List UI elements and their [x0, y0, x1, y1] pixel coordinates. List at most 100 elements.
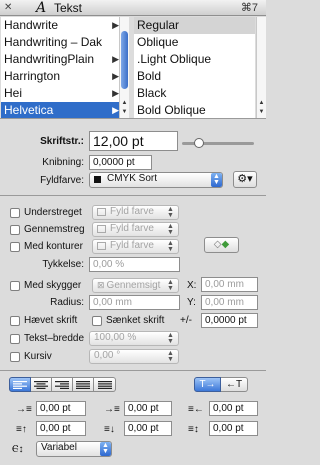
space-after-field[interactable]: 0,00 pt [124, 421, 172, 436]
font-item-harrington[interactable]: Harrington ▶ [1, 68, 119, 85]
strikethrough-label: Gennemstreg [24, 224, 85, 235]
shadow-mode-popup[interactable]: ⊠ Gennemsigt ▲ ▼ [92, 278, 179, 293]
color-swatch [94, 175, 101, 183]
font-size-slider[interactable] [182, 142, 254, 145]
divider [0, 195, 266, 196]
style-item-regular[interactable]: Regular [134, 17, 255, 34]
outline-checkbox[interactable] [10, 242, 20, 252]
indent-first-field[interactable]: 0,00 pt [124, 401, 172, 416]
text-width-label: Tekst–bredde [24, 333, 85, 344]
space-after-icon: ≡↓ [104, 424, 115, 435]
popup-arrows-icon: ▲ ▼ [167, 240, 174, 253]
scroll-up-icon[interactable]: ▲ [120, 99, 129, 108]
outline-style-button[interactable]: ◇◆ [204, 237, 239, 253]
italic-angle-popup[interactable]: 0,00 ° ▲ ▼ [89, 349, 179, 364]
style-list-scrollbar[interactable]: ▲ ▼ [256, 17, 266, 118]
underline-label: Understreget [24, 207, 82, 218]
outline-diamond-icon: ◇ [213, 239, 222, 250]
font-item-handwrite[interactable]: Handwrite ▶ [1, 17, 119, 34]
underline-checkbox[interactable] [10, 208, 20, 218]
strikethrough-checkbox[interactable] [10, 225, 20, 235]
submenu-arrow-icon: ▶ [112, 71, 119, 81]
space-before-field[interactable]: 0,00 pt [36, 421, 86, 436]
window-shortcut: ⌘7 [240, 2, 258, 14]
align-justify-icon [76, 381, 90, 389]
style-item-bold[interactable]: Bold [134, 68, 255, 85]
subscript-checkbox[interactable] [92, 316, 102, 326]
scroll-thumb[interactable] [121, 31, 128, 89]
align-justify-button[interactable] [73, 377, 94, 392]
submenu-arrow-icon: ▶ [112, 20, 119, 30]
title-bar: ✕ A Tekst ⌘7 [0, 0, 266, 16]
fill-color-label: Fyldfarve: [40, 175, 84, 186]
shadow-label: Med skygger [24, 280, 82, 291]
style-item-light-oblique[interactable]: .Light Oblique [134, 51, 255, 68]
text-palette-icon: A [36, 0, 47, 16]
popup-arrows-icon: ▲ ▼ [100, 442, 111, 456]
align-right-button[interactable] [52, 377, 73, 392]
superscript-checkbox[interactable] [10, 316, 20, 326]
scroll-up-icon[interactable]: ▲ [257, 99, 266, 108]
thickness-field[interactable]: 0,00 % [89, 257, 180, 272]
popup-arrows-icon: ▲ ▼ [167, 350, 174, 363]
shadow-y-label: Y: [187, 297, 196, 308]
popup-arrows-icon: ▲ ▼ [167, 206, 174, 219]
fill-diamond-icon: ◆ [221, 239, 230, 250]
line-spacing-icon: ≡↕ [188, 424, 199, 435]
font-style-list[interactable]: Regular Oblique .Light Oblique Bold Blac… [134, 17, 255, 118]
radius-field[interactable]: 0,00 mm [89, 295, 180, 310]
shadow-checkbox[interactable] [10, 281, 20, 291]
align-left-icon [13, 381, 27, 389]
thickness-label: Tykkelse: [42, 259, 84, 270]
underline-color-popup[interactable]: Fyld farve ▲ ▼ [92, 205, 179, 220]
font-family-list[interactable]: Handwrite ▶ Handwriting – Dak Handwriting… [1, 17, 129, 119]
left-to-right-button[interactable]: T→ [194, 377, 221, 392]
subscript-label: Sænket skrift [106, 315, 165, 326]
close-icon[interactable]: ✕ [4, 3, 14, 13]
outline-label: Med konturer [24, 241, 83, 252]
scroll-down-icon[interactable]: ▼ [120, 108, 129, 117]
font-size-field[interactable]: 12,00 pt [89, 131, 178, 151]
alignment-group [9, 377, 116, 392]
align-left-button[interactable] [9, 377, 31, 392]
fill-color-popup[interactable]: CMYK Sort ▲ ▼ [89, 172, 223, 188]
strikethrough-color-popup[interactable]: Fyld farve ▲ ▼ [92, 222, 179, 237]
text-width-popup[interactable]: 100,00 % ▲ ▼ [89, 331, 179, 346]
indent-left-icon: →≡ [16, 404, 32, 415]
align-center-button[interactable] [31, 377, 52, 392]
scroll-down-icon[interactable]: ▼ [257, 108, 266, 117]
size-label: Skriftstr.: [40, 136, 84, 147]
shadow-x-label: X: [187, 280, 197, 291]
align-justify-all-icon [97, 381, 112, 389]
style-item-black[interactable]: Black [134, 85, 255, 102]
popup-arrows-icon: ▲ ▼ [167, 332, 174, 345]
font-item-handwritingplain[interactable]: HandwritingPlain ▶ [1, 51, 119, 68]
line-spacing-field[interactable]: 0,00 pt [209, 421, 258, 436]
font-list-scrollbar[interactable]: ▲ ▼ [119, 17, 129, 118]
style-item-oblique[interactable]: Oblique [134, 34, 255, 51]
indent-right-field[interactable]: 0,00 pt [209, 401, 258, 416]
gear-menu-button[interactable]: ⚙▾ [233, 171, 257, 188]
popup-arrows-icon: ▲ ▼ [211, 173, 222, 187]
indent-left-field[interactable]: 0,00 pt [36, 401, 86, 416]
shadow-y-field[interactable]: 0,00 mm [201, 295, 258, 310]
baseline-shift-field[interactable]: 0,0000 pt [201, 313, 258, 328]
line-spacing-mode-icon: Ⲉ↕ [12, 444, 24, 455]
font-item-hei[interactable]: Hei ▶ [1, 85, 119, 102]
popup-arrows-icon: ▲ ▼ [167, 279, 174, 292]
kerning-field[interactable]: 0,0000 pt [89, 155, 152, 170]
right-to-left-button[interactable]: ←T [221, 377, 248, 392]
shadow-x-field[interactable]: 0,00 mm [201, 277, 258, 292]
line-spacing-mode-popup[interactable]: Variabel ▲ ▼ [36, 441, 112, 457]
slider-knob[interactable] [194, 138, 204, 148]
divider [0, 118, 266, 119]
align-justify-all-button[interactable] [94, 377, 116, 392]
font-item-handwriting-dak[interactable]: Handwriting – Dak [1, 34, 119, 51]
italic-checkbox[interactable] [10, 352, 20, 362]
divider [0, 370, 266, 371]
text-width-checkbox[interactable] [10, 334, 20, 344]
submenu-arrow-icon: ▶ [112, 88, 119, 98]
outline-color-popup[interactable]: Fyld farve ▲ ▼ [92, 239, 179, 254]
font-item-helvetica[interactable]: Helvetica ▶ [1, 102, 119, 119]
style-item-bold-oblique[interactable]: Bold Oblique [134, 102, 255, 119]
